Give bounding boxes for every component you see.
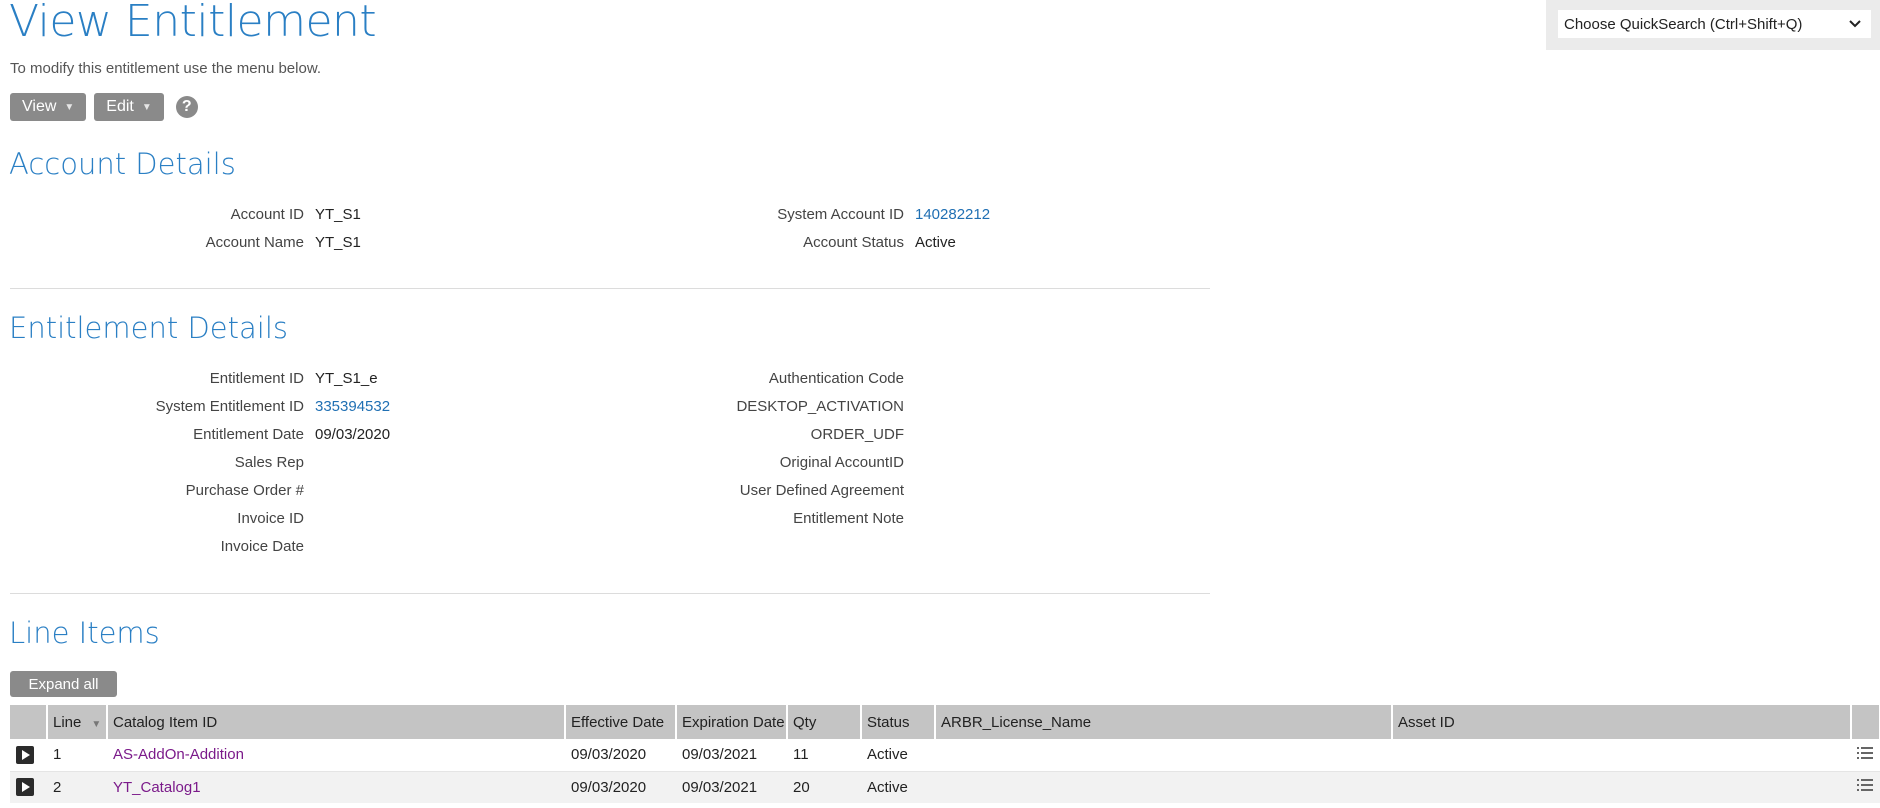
column-header-expiration-date[interactable]: Expiration Date xyxy=(676,705,788,739)
entitlement-note-label: Entitlement Note xyxy=(793,510,904,527)
view-menu-label: View xyxy=(22,98,57,115)
catalog-item-link[interactable]: AS-AddOn-Addition xyxy=(113,746,244,763)
play-icon[interactable] xyxy=(16,745,34,764)
expand-column-header xyxy=(10,705,48,739)
effective-date-cell: 09/03/2020 xyxy=(565,739,676,771)
sales-rep-label: Sales Rep xyxy=(234,454,304,471)
user-defined-agreement-label: User Defined Agreement xyxy=(739,482,904,499)
view-menu-button[interactable]: View ▼ xyxy=(10,93,87,121)
column-header-effective-date[interactable]: Effective Date xyxy=(565,705,677,739)
asset-id-cell xyxy=(1392,739,1851,771)
section-divider xyxy=(10,288,1210,289)
table-row: 1 AS-AddOn-Addition 09/03/2020 09/03/202… xyxy=(10,739,1880,771)
table-header-row: Line ▼ Catalog Item ID Effective Date Exp… xyxy=(10,705,1880,739)
original-account-id-label: Original AccountID xyxy=(779,454,904,471)
list-icon[interactable] xyxy=(1857,778,1873,792)
expand-all-button[interactable]: Expand all xyxy=(10,671,117,697)
edit-menu-button[interactable]: Edit ▼ xyxy=(94,93,164,121)
license-name-cell xyxy=(935,770,1392,803)
system-account-id-label: System Account ID xyxy=(777,206,904,223)
column-header-status[interactable]: Status xyxy=(861,705,936,739)
column-header-line[interactable]: Line ▼ xyxy=(47,705,108,739)
account-name-label: Account Name xyxy=(205,234,304,251)
caret-down-icon: ▼ xyxy=(64,101,75,113)
sort-desc-icon[interactable]: ▼ xyxy=(91,719,101,730)
entitlement-date-value: 09/03/2020 xyxy=(315,426,391,443)
line-items-title: Line Items xyxy=(9,616,160,650)
page-subtitle: To modify this entitlement use the menu … xyxy=(10,60,322,77)
asset-id-cell xyxy=(1392,770,1851,803)
system-entitlement-id-link[interactable]: 335394532 xyxy=(315,398,390,415)
column-header-qty[interactable]: Qty xyxy=(787,705,862,739)
order-udf-label: ORDER_UDF xyxy=(810,426,904,443)
catalog-item-link[interactable]: YT_Catalog1 xyxy=(113,779,201,796)
authentication-code-label: Authentication Code xyxy=(768,370,904,387)
chevron-down-icon xyxy=(1849,20,1861,28)
column-header-asset-id[interactable]: Asset ID xyxy=(1392,705,1852,739)
entitlement-date-label: Entitlement Date xyxy=(193,426,304,443)
account-status-value: Active xyxy=(915,234,956,251)
line-number: 1 xyxy=(47,739,107,771)
entitlement-id-value: YT_S1_e xyxy=(315,370,378,387)
entitlement-details-title: Entitlement Details xyxy=(9,311,288,345)
play-icon[interactable] xyxy=(16,778,34,797)
qty-cell: 11 xyxy=(787,739,861,771)
account-details-title: Account Details xyxy=(9,147,236,181)
quicksearch-select[interactable]: Choose QuickSearch (Ctrl+Shift+Q) xyxy=(1558,10,1871,38)
quicksearch-placeholder: Choose QuickSearch (Ctrl+Shift+Q) xyxy=(1564,15,1803,33)
line-items-table: Line ▼ Catalog Item ID Effective Date Exp… xyxy=(10,705,1880,803)
action-menu-bar: View ▼ Edit ▼ ? xyxy=(10,93,198,121)
account-name-value: YT_S1 xyxy=(315,234,361,251)
status-cell: Active xyxy=(861,739,935,771)
invoice-date-label: Invoice Date xyxy=(220,538,304,555)
page-title: View Entitlement xyxy=(9,0,377,47)
help-icon[interactable]: ? xyxy=(175,96,198,118)
column-header-catalog-item-id[interactable]: Catalog Item ID xyxy=(107,705,566,739)
invoice-id-label: Invoice ID xyxy=(237,510,304,527)
section-divider xyxy=(10,593,1210,594)
status-cell: Active xyxy=(861,770,935,803)
table-row: 2 YT_Catalog1 09/03/2020 09/03/2021 20 A… xyxy=(10,770,1880,803)
qty-cell: 20 xyxy=(787,770,861,803)
line-number: 2 xyxy=(47,770,107,803)
account-status-label: Account Status xyxy=(803,234,904,251)
quicksearch-panel: Choose QuickSearch (Ctrl+Shift+Q) xyxy=(1546,0,1880,50)
account-id-value: YT_S1 xyxy=(315,206,361,223)
desktop-activation-label: DESKTOP_ACTIVATION xyxy=(736,398,904,415)
list-icon[interactable] xyxy=(1857,746,1873,760)
expiration-date-cell: 09/03/2021 xyxy=(676,770,787,803)
account-id-label: Account ID xyxy=(230,206,304,223)
license-name-cell xyxy=(935,739,1392,771)
edit-menu-label: Edit xyxy=(106,98,134,115)
expiration-date-cell: 09/03/2021 xyxy=(676,739,787,771)
entitlement-id-label: Entitlement ID xyxy=(209,370,304,387)
column-header-arbr-license-name[interactable]: ARBR_License_Name xyxy=(935,705,1393,739)
caret-down-icon: ▼ xyxy=(141,101,152,113)
system-entitlement-id-label: System Entitlement ID xyxy=(155,398,304,415)
system-account-id-link[interactable]: 140282212 xyxy=(915,206,990,223)
column-header-actions xyxy=(1851,705,1880,739)
purchase-order-label: Purchase Order # xyxy=(185,482,304,499)
effective-date-cell: 09/03/2020 xyxy=(565,770,676,803)
